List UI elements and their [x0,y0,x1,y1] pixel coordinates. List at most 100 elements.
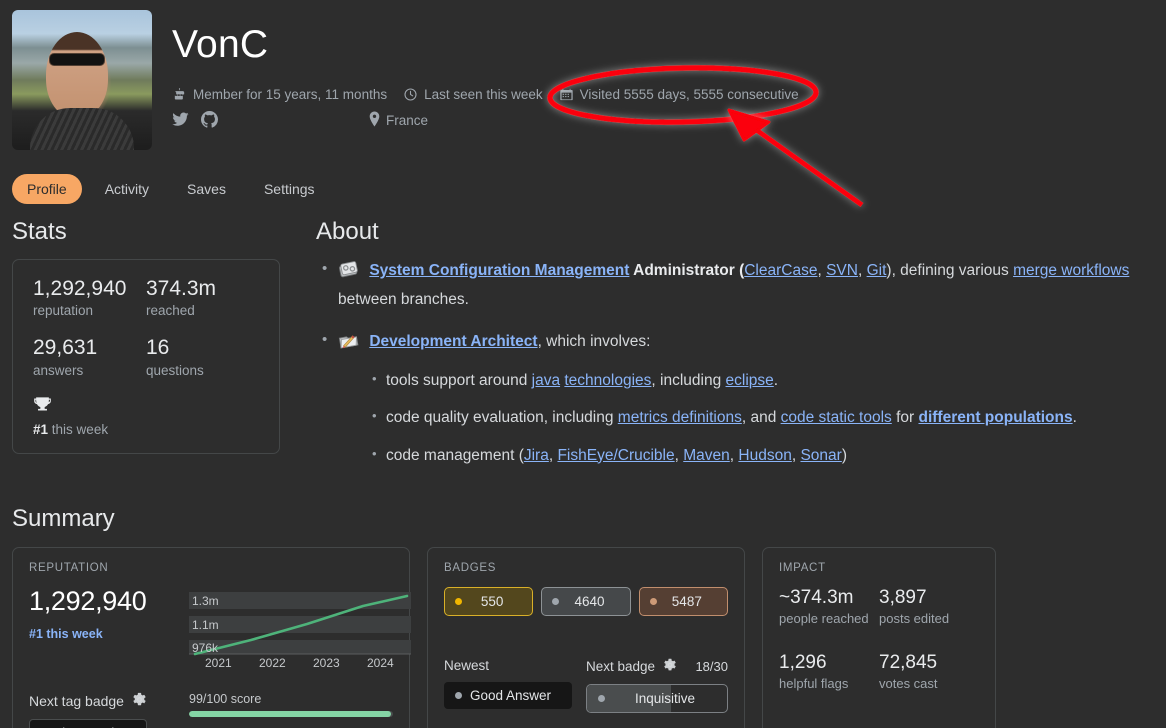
avatar[interactable] [12,10,152,150]
next-badge-label-wrap: Next badge [586,658,677,675]
about-link-fisheye-crucible[interactable]: FishEye/Crucible [557,447,674,464]
impact-grid: ~374.3m people reached 3,897 posts edite… [779,587,979,691]
pencil-folder-icon [338,335,364,354]
score-progress-bar [189,710,393,717]
about-link-merge-workflows[interactable]: merge workflows [1013,262,1129,279]
next-tag-badge-progress: 99/100 score 36/20 answers [189,692,393,728]
silver-badge-pill[interactable]: 4640 [541,586,631,616]
location-item: France [368,111,428,130]
about-sub-item-quality: code quality evaluation, including metri… [372,405,1154,430]
reputation-value: 1,292,940 [29,585,147,616]
impact-helpful-flags: 1,296 helpful flags [779,652,879,691]
tab-activity[interactable]: Activity [90,174,164,204]
about-link-java[interactable]: java [532,372,560,389]
tab-saves[interactable]: Saves [172,174,241,204]
about-link-maven[interactable]: Maven [683,447,730,464]
stats-card: 1,292,940 reputation 374.3m reached 29,6… [12,259,280,454]
sub-pre: code management ( [386,446,524,464]
stats-column: Stats 1,292,940 reputation 374.3m reache… [12,218,280,485]
newest-badge-pill[interactable]: Good Answer [444,681,572,709]
trophy-period: this week [51,421,109,437]
stat-value: 374.3m [146,277,217,300]
stat-answers: 29,631 answers [33,335,146,377]
gold-badge-pill[interactable]: 550 [444,586,534,616]
about-link-different-populations[interactable]: different populations [918,409,1072,426]
chart-xtick-2024: 2024 [367,656,394,670]
gear-icon[interactable] [132,692,147,710]
about-link-hudson[interactable]: Hudson [738,447,791,464]
chart-xtick-2022: 2022 [259,656,286,670]
avatar-torso [30,108,134,150]
next-tag-badge-row: Next tag badge git-extensions 99/100 sco… [29,692,393,728]
next-badge-pill[interactable]: Inquisitive [586,683,728,713]
about-link-technologies[interactable]: technologies [564,372,651,389]
chart-ytick-mid: 1.1m [192,618,219,632]
impact-posts-edited: 3,897 posts edited [879,587,979,626]
about-link-sonar[interactable]: Sonar [800,447,841,464]
clock-icon [403,87,418,102]
trophy-block: #1 this week [33,396,259,437]
twitter-icon[interactable] [172,112,189,130]
score-progress-label: 99/100 score [189,691,262,706]
about-link-clearcase[interactable]: ClearCase [744,262,817,279]
last-seen-text: Last seen this week [424,86,543,102]
next-tag-badge-pill[interactable]: git-extensions [29,718,148,728]
about-link-code-static-tools[interactable]: code static tools [781,409,892,426]
stat-value: 1,292,940 [33,277,127,300]
gear-icon[interactable] [663,658,677,675]
sub-mid2: , [674,446,684,464]
tab-settings[interactable]: Settings [249,174,330,204]
score-progress-fill [189,710,391,717]
bronze-badge-pill[interactable]: 5487 [638,586,728,616]
stat-label: answers [33,362,84,378]
impact-label: people reached [779,610,869,626]
silver-dot-icon [455,691,462,699]
chart-ytick-bottom: 976k [192,641,219,655]
trophy-icon [33,396,52,418]
impact-value: 1,296 [779,651,827,673]
chart-ytick-top: 1.3m [192,594,219,608]
silver-dot-icon [552,597,560,605]
tab-profile[interactable]: Profile [12,174,82,204]
last-seen-item: Last seen this week [403,87,543,102]
bronze-dot-icon [649,597,657,605]
profile-header: VonC Member for 15 years, 11 months Last… [0,0,1166,150]
reputation-summary: 1,292,940 #1 this week [29,586,189,670]
cake-icon [172,87,187,102]
impact-people-reached: ~374.3m people reached [779,587,879,626]
badges-card: BADGES 550 4640 5487 Newest Good Answer … [427,546,745,728]
reputation-rank[interactable]: #1 this week [29,627,189,641]
chart-band-mid [189,615,411,633]
about-link-jira[interactable]: Jira [524,447,549,464]
about-link-metrics-definitions[interactable]: metrics definitions [618,409,742,426]
gold-badge-count: 550 [480,593,504,609]
sub-mid2: , including [651,372,726,390]
about-link-git[interactable]: Git [867,262,887,279]
stat-value: 29,631 [33,336,98,360]
trophy-rank: #1 [33,421,49,437]
newest-badge-label: Newest [444,657,490,673]
bronze-badge-count: 5487 [671,593,702,609]
visited-days-text: Visited 5555 days, 5555 consecutive [579,86,799,102]
newest-badge-block: Newest Good Answer [444,658,572,713]
impact-label: posts edited [879,610,950,626]
about-link-svn[interactable]: SVN [826,262,858,279]
next-tag-badge-left: Next tag badge git-extensions [29,692,189,728]
about-link-scm[interactable]: System Configuration Management [369,262,629,279]
stat-reached: 374.3m reached [146,276,259,318]
impact-card-title: IMPACT [779,561,826,574]
about-text-mid: ), defining various [886,262,1014,279]
about-link-dev-architect[interactable]: Development Architect [369,333,537,350]
reputation-card-title: REPUTATION [29,561,109,574]
github-icon[interactable] [201,110,218,131]
profile-page: VonC Member for 15 years, 11 months Last… [0,0,1166,728]
about-link-eclipse[interactable]: eclipse [726,372,774,389]
next-badge-block: Next badge 18/30 Inquisitive [586,658,728,713]
profile-links-row: France [172,110,809,131]
newest-badge-name: Good Answer [470,687,552,703]
about-sub-item-tools: tools support around java technologies, … [372,368,1154,393]
summary-heading: Summary [12,504,115,532]
stat-value: 16 [146,336,170,360]
stat-reputation: 1,292,940 reputation [33,276,146,318]
next-tag-badge-name: git-extensions [55,725,135,728]
